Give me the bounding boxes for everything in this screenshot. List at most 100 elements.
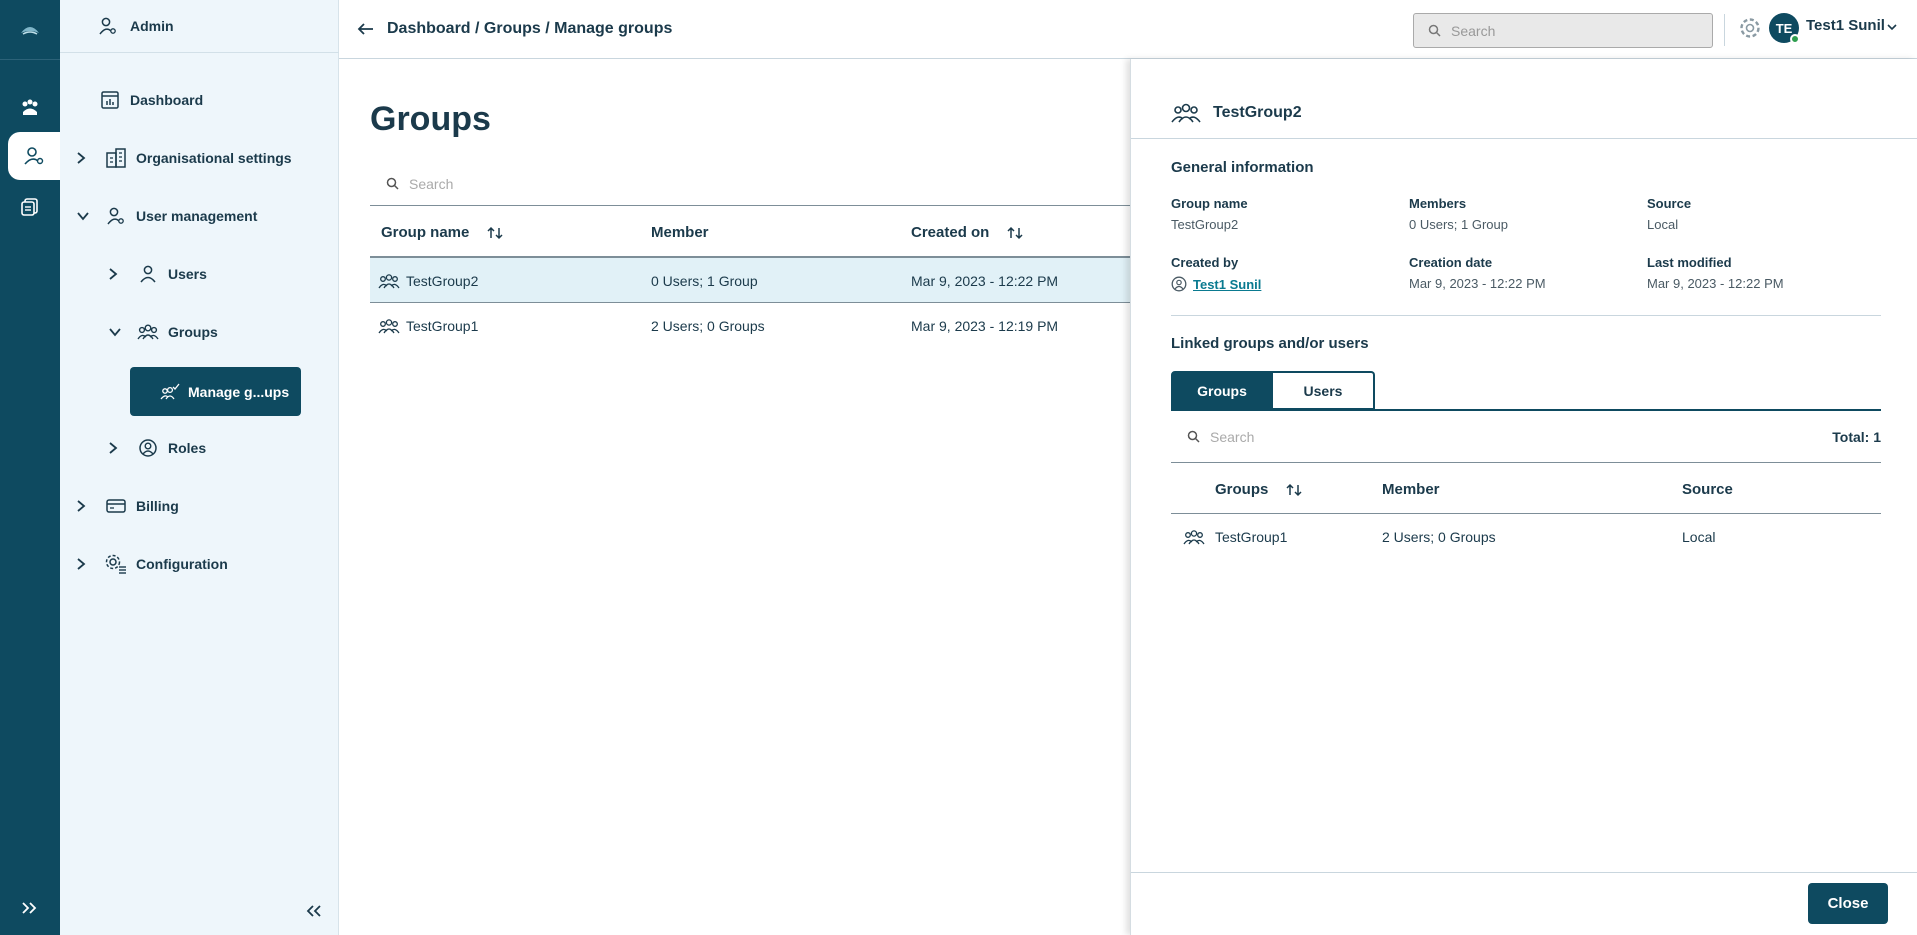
field-value: Mar 9, 2023 - 12:22 PM — [1647, 276, 1784, 291]
search-icon — [1428, 24, 1441, 37]
sort-icon[interactable] — [1286, 483, 1302, 497]
building-icon — [104, 146, 128, 170]
field-source: Source Local — [1647, 196, 1691, 232]
user-badge-icon — [1171, 276, 1187, 292]
table-row[interactable]: TestGroup1 2 Users; 0 Groups Mar 9, 2023… — [370, 303, 1130, 349]
sidebar-item-billing[interactable]: Billing — [76, 491, 179, 521]
linked-group-source: Local — [1682, 529, 1716, 545]
column-label: Member — [1382, 481, 1440, 498]
drawer-title: TestGroup2 — [1171, 102, 1302, 124]
groups-table-header: Group name Member Created on — [370, 207, 1130, 257]
sidebar-item-users[interactable]: Users — [108, 259, 207, 289]
rail-documents-icon[interactable] — [0, 183, 60, 231]
linked-search-input[interactable]: Search Total: 1 — [1171, 411, 1881, 463]
field-label: Source — [1647, 196, 1692, 211]
table-row[interactable]: TestGroup1 2 Users; 0 Groups Local — [1171, 515, 1881, 561]
created-by-user-link[interactable]: Test1 Sunil — [1193, 277, 1261, 292]
column-label: Source — [1682, 481, 1733, 498]
sidebar-item-manage-groups[interactable]: Manage g...ups — [130, 367, 301, 416]
sidebar-item-configuration[interactable]: Configuration — [76, 549, 228, 579]
page-title: Groups — [370, 100, 491, 138]
group-name-cell: TestGroup1 — [378, 318, 478, 334]
sidebar-admin-header[interactable]: Admin — [60, 0, 339, 53]
group-icon — [378, 273, 400, 289]
linked-table-header: Groups Member Source — [1171, 464, 1881, 514]
column-label: Groups — [1215, 481, 1269, 498]
linked-group-name: TestGroup1 — [1215, 529, 1288, 545]
tab-users[interactable]: Users — [1273, 371, 1375, 410]
field-members: Members 0 Users; 1 Group — [1409, 196, 1508, 232]
close-button[interactable]: Close — [1808, 883, 1888, 924]
sort-icon[interactable] — [1007, 226, 1023, 240]
sidebar: Admin Dashboard Organisational settings … — [60, 0, 339, 935]
rail-paw-icon[interactable] — [0, 84, 60, 132]
member-cell: 2 Users; 0 Groups — [651, 318, 765, 334]
breadcrumb-text[interactable]: Dashboard / Groups / Manage groups — [387, 20, 672, 38]
configuration-icon — [104, 552, 128, 576]
search-icon — [386, 177, 399, 190]
column-group-name[interactable]: Group name — [381, 224, 503, 241]
sidebar-item-groups[interactable]: Groups — [108, 317, 218, 347]
sidebar-item-label: Roles — [168, 440, 207, 456]
avatar[interactable]: TE — [1769, 13, 1800, 44]
chevron-right-icon[interactable] — [108, 441, 122, 455]
group-icon — [1183, 529, 1205, 545]
column-label: Group name — [381, 224, 470, 241]
chevron-down-icon[interactable] — [1886, 19, 1898, 37]
dashboard-icon — [98, 88, 122, 112]
chevron-down-icon[interactable] — [76, 211, 90, 221]
rail-user-management-icon[interactable] — [8, 132, 60, 180]
sidebar-item-user-management[interactable]: User management — [76, 201, 257, 231]
sidebar-item-label: Billing — [136, 498, 179, 514]
column-groups[interactable]: Groups — [1215, 481, 1302, 498]
group-name: TestGroup2 — [406, 273, 479, 289]
column-created-on[interactable]: Created on — [911, 224, 1023, 241]
admin-user-icon — [98, 16, 122, 36]
field-label: Group name — [1171, 196, 1248, 211]
chevron-right-icon[interactable] — [76, 499, 90, 513]
column-member: Member — [651, 224, 709, 241]
linked-title: Linked groups and/or users — [1171, 335, 1369, 352]
sidebar-item-dashboard[interactable]: Dashboard — [98, 85, 203, 115]
app-logo-icon[interactable] — [0, 0, 60, 60]
table-row[interactable]: TestGroup2 0 Users; 1 Group Mar 9, 2023 … — [370, 257, 1130, 303]
role-icon — [136, 436, 160, 460]
user-settings-icon — [104, 204, 128, 228]
admin-label: Admin — [130, 18, 174, 34]
avatar-initials: TE — [1775, 20, 1793, 36]
chevron-right-icon[interactable] — [108, 267, 122, 281]
search-icon — [1187, 430, 1200, 443]
field-last-modified: Last modified Mar 9, 2023 - 12:22 PM — [1647, 255, 1784, 291]
sidebar-item-organisational-settings[interactable]: Organisational settings — [76, 143, 292, 173]
user-icon — [136, 262, 160, 286]
group-name: TestGroup1 — [406, 318, 479, 334]
sidebar-item-label: Configuration — [136, 556, 228, 572]
global-search-placeholder: Search — [1451, 22, 1496, 39]
sidebar-item-roles[interactable]: Roles — [108, 433, 206, 463]
user-name[interactable]: Test1 Sunil — [1806, 17, 1885, 34]
sort-icon[interactable] — [487, 226, 503, 240]
global-search-input[interactable]: Search — [1413, 13, 1713, 48]
expand-rail-icon[interactable] — [0, 893, 60, 923]
chevron-right-icon[interactable] — [76, 151, 90, 165]
search-placeholder: Search — [409, 175, 454, 192]
search-placeholder: Search — [1210, 428, 1255, 445]
main-content: Groups Search Group name Member Created … — [339, 59, 1130, 935]
column-member: Member — [1382, 481, 1440, 498]
drawer-title-text: TestGroup2 — [1213, 104, 1302, 121]
back-arrow-icon[interactable] — [357, 22, 375, 36]
gear-icon[interactable] — [1736, 14, 1764, 42]
chevron-down-icon[interactable] — [108, 327, 122, 337]
tab-groups[interactable]: Groups — [1171, 371, 1273, 410]
column-label: Member — [651, 224, 709, 241]
collapse-sidebar-icon[interactable] — [302, 899, 326, 923]
field-label: Created by — [1171, 255, 1239, 270]
drawer-footer: Close — [1131, 872, 1917, 935]
created-on-cell: Mar 9, 2023 - 12:22 PM — [911, 273, 1059, 289]
online-status-icon — [1790, 34, 1800, 44]
group-icon — [378, 318, 400, 334]
field-creation-date: Creation date Mar 9, 2023 - 12:22 PM — [1409, 255, 1546, 291]
chevron-right-icon[interactable] — [76, 557, 90, 571]
groups-search-input[interactable]: Search — [370, 162, 1130, 206]
column-label: Created on — [911, 224, 990, 241]
